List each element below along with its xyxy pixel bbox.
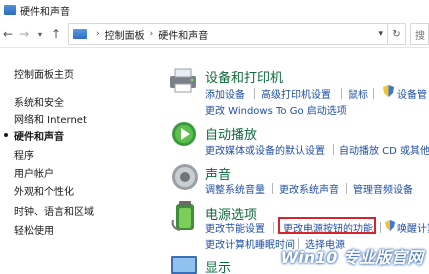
link-windows-to-go[interactable]: 更改 Windows To Go 启动选项: [205, 102, 347, 117]
nav-control-panel-home[interactable]: 控制面板主页: [14, 66, 74, 81]
watermark: Win10 专业版官网: [280, 248, 423, 267]
breadcrumb-control-panel[interactable]: 控制面板: [105, 27, 145, 42]
control-panel-icon: [73, 29, 87, 39]
search-input[interactable]: 搜: [410, 23, 429, 45]
display-icon: [171, 256, 197, 274]
nav-network-internet[interactable]: 网络和 Internet: [14, 111, 87, 126]
window-title: 硬件和声音: [20, 6, 70, 18]
link-change-default-media[interactable]: 更改媒体或设备的默认设置: [205, 142, 325, 157]
title-bar: 硬件和声音: [0, 0, 429, 20]
autoplay-icon: [172, 122, 196, 146]
arrow-up-icon[interactable]: ↑: [48, 23, 64, 45]
section-display-title[interactable]: 显示: [205, 257, 231, 274]
breadcrumb[interactable]: › 控制面板 › 硬件和声音 ▾: [68, 23, 388, 45]
link-autoplay-cd[interactable]: 自动播放 CD 或其他媒体: [339, 142, 429, 157]
battery-icon: [171, 201, 194, 231]
speaker-icon: [172, 164, 198, 190]
link-advanced-printer-settings[interactable]: 高级打印机设置: [261, 86, 331, 101]
nav-programs[interactable]: 程序: [14, 147, 34, 162]
arrow-left-icon[interactable]: ←: [0, 23, 16, 45]
shield-icon: [383, 85, 394, 97]
nav-hardware-sound[interactable]: 硬件和声音: [14, 128, 64, 143]
printer-icon: [170, 68, 196, 93]
chevron-down-icon[interactable]: ▾: [32, 23, 48, 45]
control-panel-icon: [4, 5, 16, 15]
refresh-icon[interactable]: ↻: [388, 23, 406, 45]
link-adjust-volume[interactable]: 调整系统音量: [205, 181, 265, 196]
link-add-device[interactable]: 添加设备: [205, 86, 245, 101]
link-wake-computer[interactable]: 唤醒计算: [397, 220, 429, 235]
address-bar: ← → ▾ ↑ › 控制面板 › 硬件和声音 ▾ ↻ 搜: [0, 21, 429, 48]
breadcrumb-hardware-sound[interactable]: 硬件和声音: [158, 27, 208, 42]
nav-ease-of-access[interactable]: 轻松使用: [14, 222, 54, 237]
arrow-right-icon[interactable]: →: [16, 23, 32, 45]
nav-appearance[interactable]: 外观和个性化: [14, 183, 74, 198]
nav-system-security[interactable]: 系统和安全: [14, 94, 64, 109]
link-manage-audio-devices[interactable]: 管理音频设备: [353, 181, 413, 196]
section-devices-printers-title[interactable]: 设备和打印机: [205, 67, 283, 86]
link-mouse[interactable]: 鼠标: [348, 86, 368, 101]
link-device-manager[interactable]: 设备管: [397, 86, 427, 101]
shield-icon: [385, 220, 395, 231]
nav-clock-language-region[interactable]: 时钟、语言和区域: [14, 203, 94, 218]
link-change-power-saving[interactable]: 更改节能设置: [205, 220, 265, 235]
link-change-system-sounds[interactable]: 更改系统声音: [279, 181, 339, 196]
nav-user-accounts[interactable]: 用户帐户: [14, 165, 54, 180]
active-bullet: [4, 133, 8, 137]
highlight-box: [278, 217, 376, 234]
section-autoplay-title[interactable]: 自动播放: [205, 124, 257, 143]
